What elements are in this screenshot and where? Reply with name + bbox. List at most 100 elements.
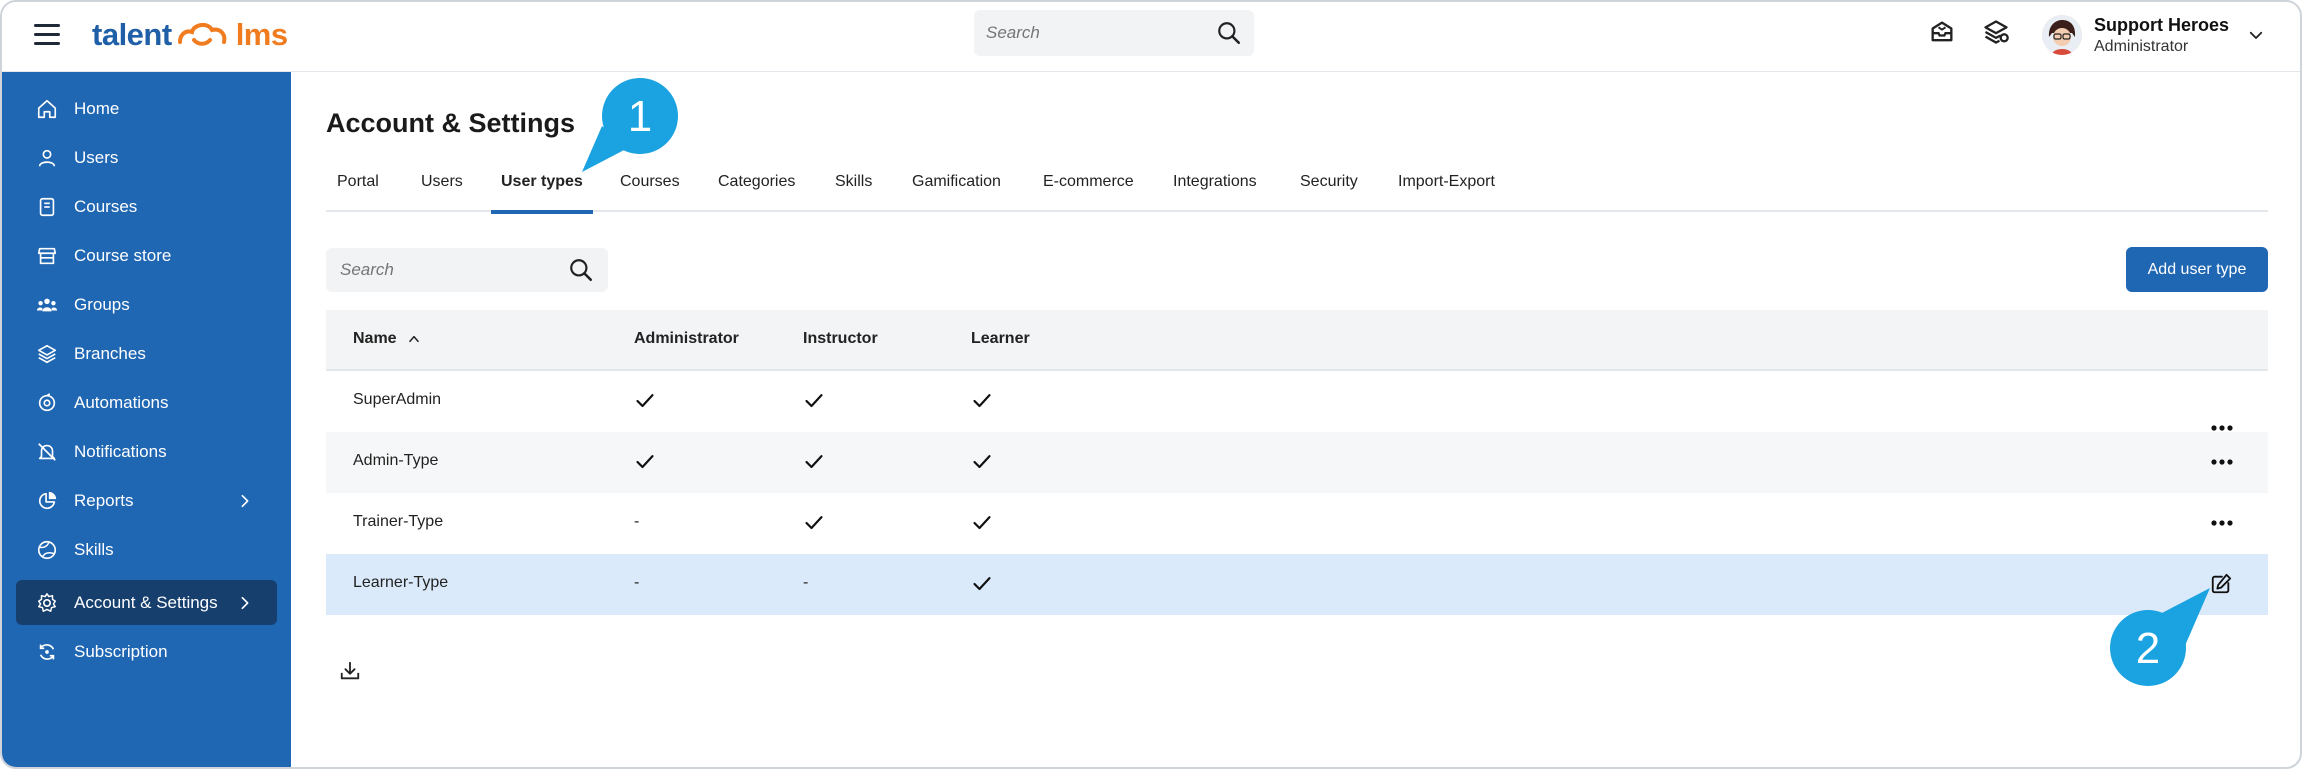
user-types-search-box[interactable] <box>326 248 608 292</box>
top-bar: talent lms Support Heroes Administrator <box>2 2 2300 72</box>
home-icon <box>37 99 57 118</box>
user-menu[interactable]: Support Heroes Administrator <box>2042 8 2282 62</box>
user-icon <box>38 149 56 167</box>
sidebar-item-label: Skills <box>74 539 114 559</box>
search-icon[interactable] <box>1216 20 1242 46</box>
sidebar-item-label: Groups <box>74 294 130 314</box>
menu-icon[interactable] <box>34 24 60 46</box>
table-row[interactable]: Learner-Type - - <box>326 554 2268 615</box>
callout-number-1: 1 <box>628 92 652 141</box>
globe-icon <box>37 540 57 559</box>
tab-courses[interactable]: Courses <box>620 173 680 213</box>
sidebar-item-automations[interactable]: Automations <box>16 380 277 425</box>
column-header-learner: Learner <box>971 330 1030 347</box>
table-row[interactable]: SuperAdmin <box>326 371 2268 432</box>
callout-number-2: 2 <box>2136 624 2160 673</box>
sidebar-item-users[interactable]: Users <box>16 135 277 180</box>
row-administrator-value: - <box>634 513 640 530</box>
tab-ecommerce[interactable]: E-commerce <box>1043 173 1134 213</box>
tab-categories[interactable]: Categories <box>718 173 795 213</box>
sidebar-item-groups[interactable]: Groups <box>16 282 277 327</box>
sort-ascending-icon[interactable] <box>407 332 421 346</box>
sidebar-item-label: Home <box>74 98 120 118</box>
top-search-box[interactable] <box>974 10 1254 56</box>
row-instructor-value: - <box>803 574 809 591</box>
search-icon[interactable] <box>568 257 594 283</box>
logo-text-right: lms <box>235 17 288 52</box>
row-name: Admin-Type <box>353 452 439 469</box>
sidebar-item-course-store[interactable]: Course store <box>16 233 277 278</box>
table-header: Name Administrator Instructor Learner <box>326 310 2268 371</box>
sidebar-item-label: Subscription <box>74 641 168 661</box>
sidebar-item-label: Branches <box>74 343 146 363</box>
tab-skills[interactable]: Skills <box>835 173 872 213</box>
page-title: Account & Settings <box>326 108 576 138</box>
user-role: Administrator <box>2094 37 2189 55</box>
column-header-administrator: Administrator <box>634 330 739 347</box>
user-name: Support Heroes <box>2094 14 2230 35</box>
download-icon[interactable] <box>339 660 361 682</box>
bell-icon <box>38 442 56 461</box>
pie-chart-icon <box>38 491 57 509</box>
check-icon <box>973 394 991 408</box>
row-name: SuperAdmin <box>353 391 442 408</box>
sidebar-item-skills[interactable]: Skills <box>16 527 277 572</box>
sidebar-item-label: Users <box>74 147 119 167</box>
automation-icon <box>38 392 56 411</box>
chevron-right-icon[interactable] <box>237 595 253 611</box>
check-icon <box>636 394 654 408</box>
tab-import-export[interactable]: Import-Export <box>1398 173 1495 213</box>
chevron-down-icon[interactable] <box>2247 26 2265 44</box>
chevron-right-icon[interactable] <box>237 493 253 509</box>
sidebar-item-branches[interactable]: Branches <box>16 331 277 376</box>
book-icon <box>39 197 55 216</box>
tab-gamification[interactable]: Gamification <box>912 173 1001 213</box>
sidebar-item-label: Course store <box>74 245 172 265</box>
callout-marker-1: 1 <box>582 78 678 172</box>
sidebar-item-home[interactable]: Home <box>16 86 277 131</box>
user-types-search-input[interactable] <box>340 260 568 280</box>
tab-integrations[interactable]: Integrations <box>1173 173 1257 213</box>
check-icon <box>805 516 823 530</box>
logo-text-left: talent <box>92 17 172 52</box>
sidebar-item-label: Account & Settings <box>74 592 218 612</box>
check-icon <box>636 455 654 469</box>
sidebar-item-account-settings[interactable]: Account & Settings <box>16 580 277 625</box>
more-options-icon[interactable] <box>2210 519 2234 527</box>
cloud-logo-icon <box>177 23 227 46</box>
top-search-input[interactable] <box>986 23 1216 43</box>
inbox-icon[interactable] <box>1928 18 1956 46</box>
row-administrator-value: - <box>634 574 640 591</box>
table-row[interactable]: Trainer-Type - <box>326 493 2268 554</box>
logo[interactable]: talent lms <box>92 12 288 58</box>
more-options-icon[interactable] <box>2210 458 2234 466</box>
tab-user-types[interactable]: User types <box>491 173 593 214</box>
column-header-instructor: Instructor <box>803 330 878 347</box>
more-options-icon[interactable] <box>2210 424 2234 432</box>
user-types-table: Name Administrator Instructor Learner Su… <box>326 310 2268 615</box>
sidebar-item-courses[interactable]: Courses <box>16 184 277 229</box>
gear-icon <box>38 592 56 612</box>
sidebar-item-notifications[interactable]: Notifications <box>16 429 277 474</box>
tab-security[interactable]: Security <box>1300 173 1358 213</box>
layers-settings-icon[interactable] <box>1982 18 2010 46</box>
table-row[interactable]: Admin-Type <box>326 432 2268 493</box>
avatar <box>2042 15 2082 55</box>
layers-icon <box>37 344 57 363</box>
tab-portal[interactable]: Portal <box>337 173 379 213</box>
group-icon <box>36 298 58 311</box>
check-icon <box>805 394 823 408</box>
callout-marker-2: 2 <box>2110 588 2210 686</box>
add-user-type-button[interactable]: Add user type <box>2126 247 2268 292</box>
sidebar-item-reports[interactable]: Reports <box>16 478 277 523</box>
sidebar-item-subscription[interactable]: Subscription <box>16 629 277 674</box>
store-icon <box>37 247 57 264</box>
column-header-name[interactable]: Name <box>353 330 421 348</box>
check-icon <box>973 577 991 591</box>
tab-users[interactable]: Users <box>421 173 463 213</box>
refresh-icon <box>39 643 55 660</box>
check-icon <box>805 455 823 469</box>
check-icon <box>973 516 991 530</box>
sidebar-item-label: Reports <box>74 490 134 510</box>
sidebar-item-label: Notifications <box>74 441 167 461</box>
